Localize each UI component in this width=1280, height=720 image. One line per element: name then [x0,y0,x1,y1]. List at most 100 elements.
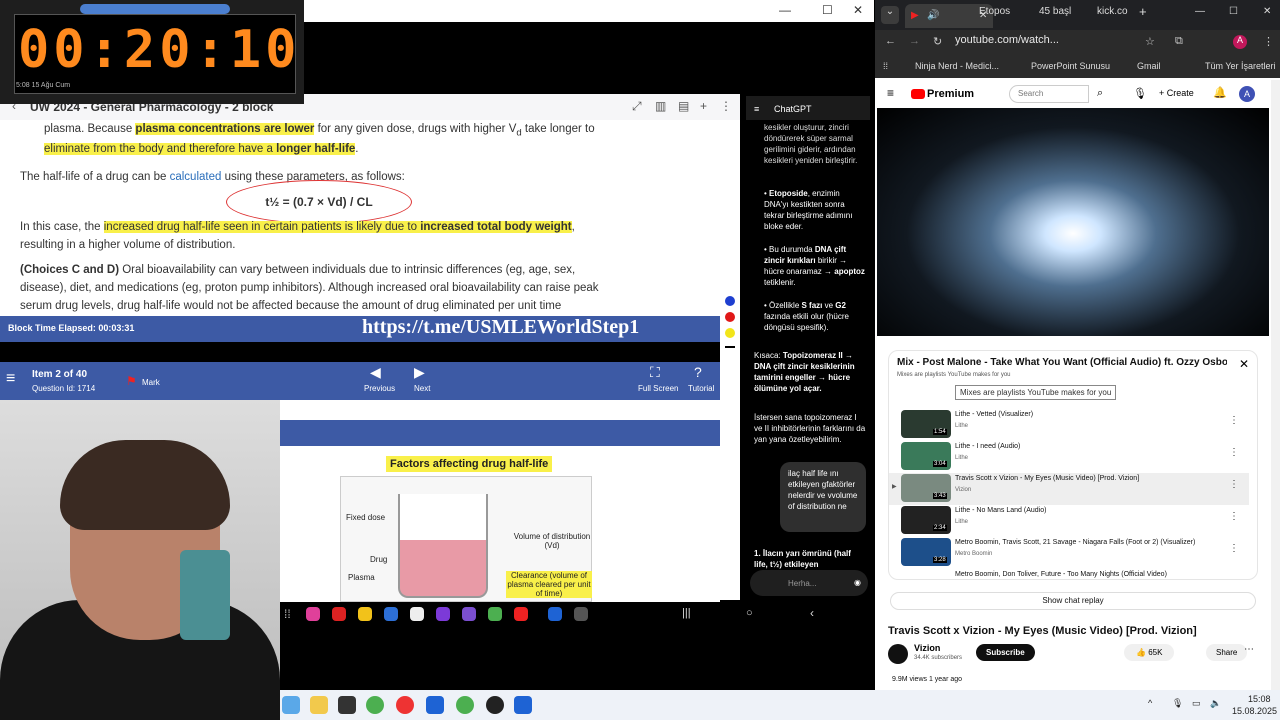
app-icon-7[interactable] [548,607,562,621]
apps-grid-icon[interactable]: ⁞⁞ [284,607,298,621]
playlist-item[interactable]: 3:04 Lithe - I need (Audio) Lithe ⋮ [889,441,1249,473]
chrome-taskbar-icon[interactable] [366,696,384,714]
menu-icon[interactable]: ≡ [6,370,15,388]
line-tool-icon[interactable] [725,346,735,348]
channel-avatar[interactable] [888,644,908,664]
bookmark-powerpoint[interactable]: PowerPoint Sunusu [1031,61,1110,71]
previous-button[interactable]: Previous [364,384,395,393]
share-button[interactable]: Share [1206,644,1248,661]
playlist-item[interactable]: 2:34 Lithe - No Mans Land (Audio) Lithe … [889,505,1249,537]
browser-menu-icon[interactable]: ⋮ [1263,35,1274,48]
layout-icon[interactable]: ▥ [655,99,666,113]
chat-input[interactable]: Herha... ◉ [750,570,868,596]
playlist-close-icon[interactable]: ✕ [1239,357,1249,371]
yt-mic-icon[interactable]: 🎙 [1133,87,1147,100]
bookmark-ninja-nerd[interactable]: Ninja Nerd - Medici... [915,61,999,71]
show-chat-replay-button[interactable]: Show chat replay [890,592,1256,610]
playlist-item[interactable]: Metro Boomin, Don Toliver, Future - Too … [889,569,1249,579]
browser-maximize-button[interactable]: ☐ [1229,6,1238,17]
next-arrow-icon[interactable]: ▶ [414,364,425,381]
next-button[interactable]: Next [414,384,430,393]
more-icon[interactable]: ⋮ [720,99,732,113]
yt-avatar[interactable]: A [1239,86,1255,102]
add-icon[interactable]: + [700,99,707,113]
item-menu-icon[interactable]: ⋮ [1229,479,1239,490]
opera-icon[interactable] [396,696,414,714]
back-nav-icon[interactable]: ‹ [810,606,814,620]
file-explorer-icon[interactable] [310,696,328,714]
blue-pen-icon[interactable] [725,296,735,306]
mic-tray-icon[interactable]: 🎙 [1172,698,1183,709]
fullscreen-button[interactable]: Full Screen [638,384,678,393]
page-scrollbar[interactable] [1271,80,1280,690]
notes-icon[interactable]: ▤ [678,99,689,113]
red-pen-icon[interactable] [725,312,735,322]
create-button[interactable]: + Create [1159,88,1194,98]
tab-etopos[interactable]: Etopos [979,6,1010,17]
address-bar[interactable]: youtube.com/watch... [955,34,1105,52]
app-icon-1[interactable] [306,607,320,621]
twitch-icon[interactable] [462,607,476,621]
taskbar-app-1[interactable] [282,696,300,714]
reload-icon[interactable]: ↻ [933,35,942,48]
playlist-item[interactable]: 3:28 Metro Boomin, Travis Scott, 21 Sava… [889,537,1249,569]
item-menu-icon[interactable]: ⋮ [1229,447,1239,458]
tab-search-icon[interactable]: ⌄ [881,6,899,24]
flag-icon[interactable]: ⚑ [126,374,137,388]
yt-menu-icon[interactable]: ≡ [887,86,894,100]
audio-icon[interactable]: 🔊 [927,10,939,21]
fullscreen-icon[interactable]: ⛶ [650,364,660,381]
item-menu-icon[interactable]: ⋮ [1229,511,1239,522]
chrome-icon[interactable] [488,607,502,621]
playlist-title[interactable]: Mix - Post Malone - Take What You Want (… [897,357,1227,368]
browser-close-button[interactable]: ✕ [1263,6,1271,17]
youtube-premium-logo[interactable]: Premium [927,88,974,100]
help-icon[interactable]: ? [694,364,702,380]
youtube-app-icon[interactable] [514,607,528,621]
like-button[interactable]: 👍 65K [1124,644,1175,661]
maximize-button[interactable]: ☐ [822,3,833,17]
volume-icon[interactable]: 🔈 [1210,698,1221,709]
app-icon-8[interactable] [574,607,588,621]
app-icon-6[interactable] [436,607,450,621]
voice-icon[interactable]: ◉ [854,577,861,588]
home-icon[interactable]: ○ [746,607,753,619]
playlist-item-current[interactable]: ▶ 3:43 Travis Scott x Vizion - My Eyes (… [889,473,1249,505]
new-tab-button[interactable]: + [1139,4,1147,19]
expand-icon[interactable]: ⤢ [632,99,642,114]
item-menu-icon[interactable]: ⋮ [1229,543,1239,554]
bookmark-star-icon[interactable]: ☆ [1145,35,1155,48]
store-icon[interactable] [426,696,444,714]
all-bookmarks[interactable]: Tüm Yer İşaretleri [1205,61,1276,71]
mark-label[interactable]: Mark [142,378,160,387]
chrome-profile-icon[interactable] [456,696,474,714]
yt-search-icon[interactable]: ⌕ [1097,87,1103,100]
app-icon-3[interactable] [358,607,372,621]
recents-icon[interactable]: ||| [682,607,691,619]
tab-google[interactable]: 45 başl [1039,6,1071,17]
minimize-button[interactable]: — [779,3,791,17]
yt-search-input[interactable]: Search [1009,85,1089,103]
tray-chevron-icon[interactable]: ^ [1148,698,1152,708]
profile-avatar[interactable]: A [1233,35,1247,49]
apps-icon[interactable]: ⁞⁞ [883,61,888,71]
network-icon[interactable]: ▭ [1192,698,1201,709]
tutorial-button[interactable]: Tutorial [688,384,714,393]
subscribe-button[interactable]: Subscribe [976,644,1035,661]
bookmark-gmail[interactable]: Gmail [1137,61,1161,71]
obs-icon[interactable] [486,696,504,714]
taskbar-app-2[interactable] [338,696,356,714]
notifications-icon[interactable]: 🔔 [1213,86,1227,99]
tab-kick[interactable]: kick.co [1097,6,1128,17]
video-player[interactable] [877,108,1269,336]
app-icon-4[interactable] [384,607,398,621]
browser-minimize-button[interactable]: — [1195,6,1205,17]
yellow-pen-icon[interactable] [725,328,735,338]
chat-menu-icon[interactable]: ≡ [754,104,759,115]
youtube-logo-icon[interactable] [911,89,925,99]
channel-name[interactable]: Vizion [914,643,940,653]
playlist-item[interactable]: 1:54 Lithe - Vetted (Visualizer) Lithe ⋮ [889,409,1249,441]
item-menu-icon[interactable]: ⋮ [1229,415,1239,426]
taskbar-app-3[interactable] [514,696,532,714]
app-icon-5[interactable] [410,607,424,621]
